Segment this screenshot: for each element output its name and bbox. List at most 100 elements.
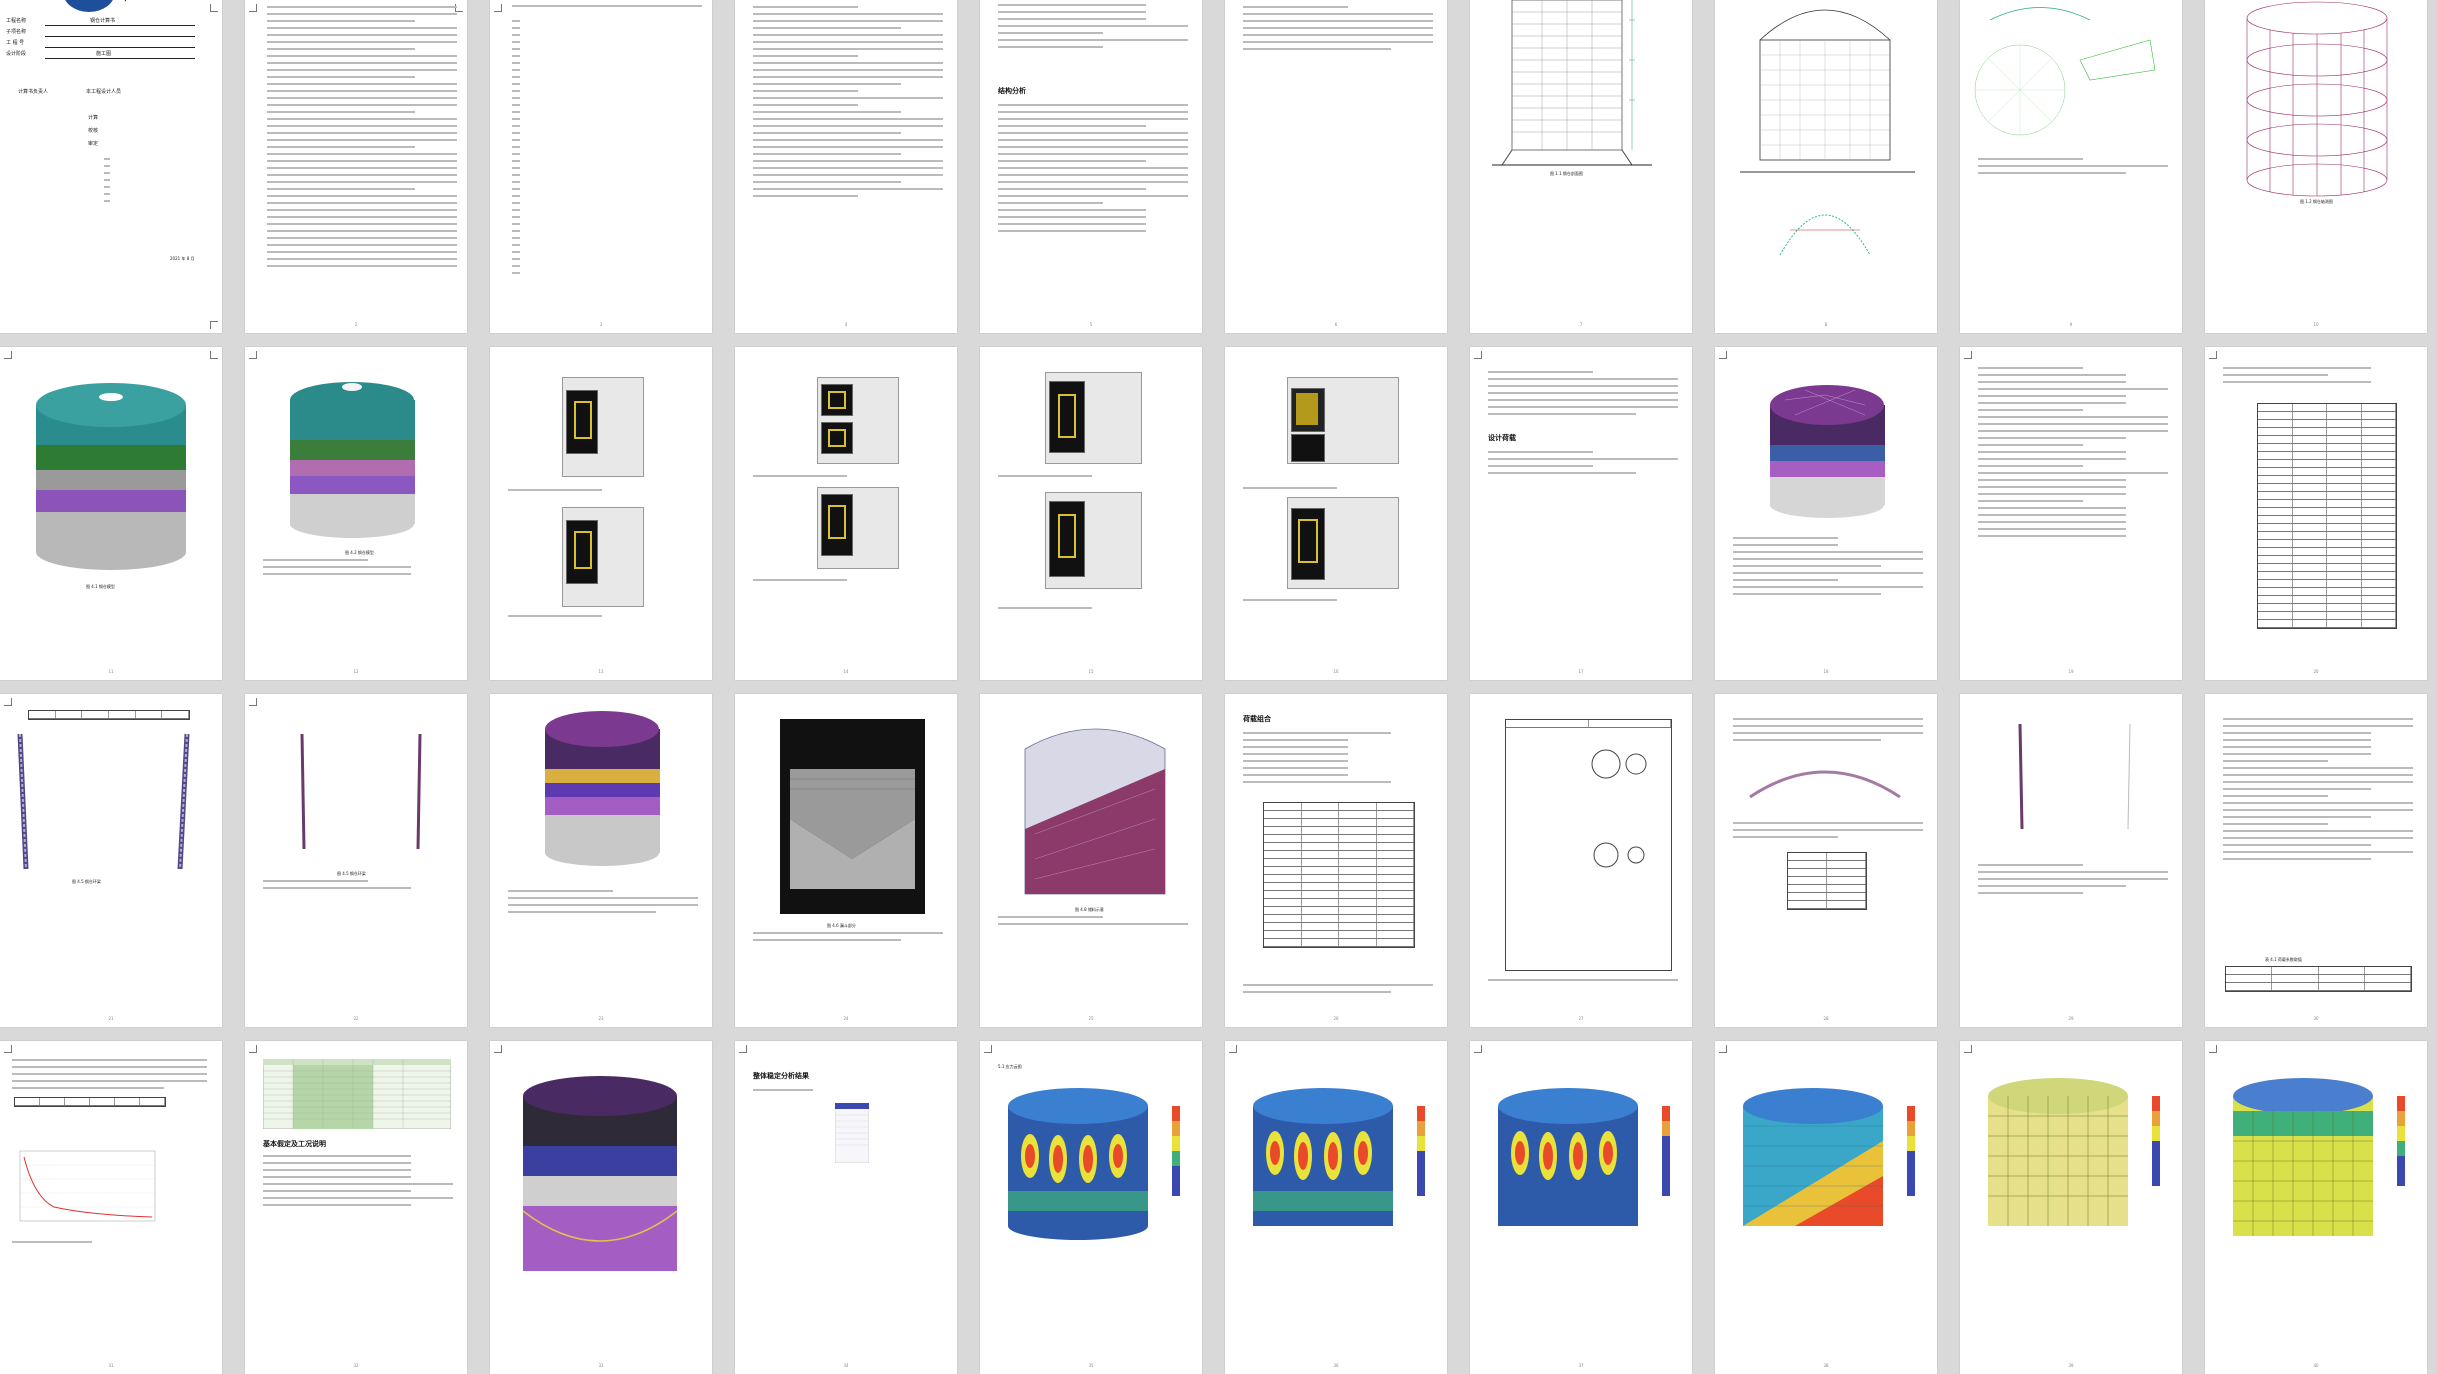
page-model-render-b[interactable]: 图 4.2 钢仓模型 12 (245, 347, 467, 680)
page-stress-contour-3[interactable]: 37 (1470, 1041, 1692, 1374)
column-member-drawings (17, 733, 190, 870)
page-codes[interactable]: 结构分析 5 (980, 0, 1202, 333)
page-design-basis[interactable]: 4 (735, 0, 957, 333)
page-number: 27 (1578, 1016, 1584, 1021)
page-stability-render[interactable]: 33 (490, 1041, 712, 1374)
page-bracing-members[interactable]: 图 4.5 钢仓环梁 22 (245, 694, 467, 1027)
page-toc-2[interactable]: 3 (490, 0, 712, 333)
page-material-load-render[interactable]: 18 (1715, 347, 1937, 680)
page-silo-drawing[interactable]: 8 (1715, 0, 1937, 333)
paragraph-lines (2223, 367, 2413, 388)
crop-mark (1964, 351, 1972, 359)
crop-mark (1474, 1045, 1482, 1053)
pressure-table (1263, 802, 1415, 948)
page-stress-contour-1[interactable]: 5.1 应力云图 35 (980, 1041, 1202, 1374)
page-ring-section[interactable]: 28 (1715, 694, 1937, 1027)
cover-field-value: 钢仓计算书 (90, 18, 116, 24)
page-stored-material[interactable]: 图 4.8 储料示意 25 (980, 694, 1202, 1027)
page-results-intro[interactable]: 整体稳定分析结果 34 (735, 1041, 957, 1374)
page-wind-formulas[interactable]: 19 (1960, 347, 2182, 680)
crop-mark (4, 698, 12, 706)
silo-render-loaded (1770, 385, 1885, 518)
paragraph-lines (998, 916, 1188, 930)
ring-table (1787, 852, 1867, 910)
company-logo: 书 (65, 0, 133, 12)
role-label: 校核 (88, 128, 99, 134)
hopper-section-render (780, 719, 925, 914)
toc-lines (267, 6, 457, 272)
caption-line (508, 489, 628, 496)
page-hopper-section[interactable]: 图 4.6 漏斗部分 24 (735, 694, 957, 1027)
section-dialog-screenshot (1045, 492, 1142, 589)
page-wireframe-3d[interactable]: 图 1.2 钢仓轴测图 10 (2205, 0, 2427, 333)
page-section-properties-1[interactable]: 13 (490, 347, 712, 680)
page-number: 7 (1579, 322, 1583, 327)
paragraph-lines (12, 1059, 207, 1094)
page-stress-contour-6[interactable]: 40 (2205, 1041, 2427, 1374)
page-toc-1[interactable]: 2 (245, 0, 467, 333)
page-coefficient-table[interactable]: 20 (2205, 347, 2427, 680)
stored-material-render (1024, 728, 1166, 895)
section-heading: 基本假定及工况说明 (263, 1140, 326, 1148)
page-model-render-a[interactable]: 图 4.1 钢仓模型 11 (0, 347, 222, 680)
page-load-definitions[interactable]: 设计荷载 17 (1470, 347, 1692, 680)
page-stress-contour-4[interactable]: 38 (1715, 1041, 1937, 1374)
paragraph-lines (1978, 158, 2168, 179)
page-number: 33 (598, 1363, 604, 1368)
figure-caption: 图 4.8 储料示意 (1075, 907, 1104, 912)
paragraph-lines (753, 6, 943, 202)
crop-mark (210, 4, 218, 12)
section-heading: 整体稳定分析结果 (753, 1072, 809, 1080)
page-number: 38 (1823, 1363, 1829, 1368)
paragraph-lines (2223, 718, 2413, 865)
page-number: 31 (108, 1363, 114, 1368)
page-number: 26 (1333, 1016, 1339, 1021)
paragraph-lines (1243, 732, 1433, 788)
page-stress-contour-2[interactable]: 36 (1225, 1041, 1447, 1374)
roof-plan-drawing (1974, 7, 2156, 136)
page-stiffener[interactable]: 29 (1960, 694, 2182, 1027)
paragraph-lines (1733, 537, 1923, 600)
sign-title: 计算书负责人 (18, 89, 49, 95)
page-number: 8 (1824, 322, 1828, 327)
paragraph-lines (998, 104, 1188, 237)
page-load-curve[interactable]: 31 (0, 1041, 222, 1374)
section-dialog-screenshot (562, 507, 644, 607)
page-section-properties-4[interactable]: 16 (1225, 347, 1447, 680)
page-roof-drawing[interactable]: 9 (1960, 0, 2182, 333)
crop-mark (1474, 351, 1482, 359)
underline (45, 58, 195, 59)
formula-lines (1978, 367, 2168, 542)
page-load-factors[interactable]: 表 4.1 荷载系数取值 30 (2205, 694, 2427, 1027)
page-standard-excerpt[interactable]: 27 (1470, 694, 1692, 1027)
section-dialog-screenshot (1287, 377, 1399, 464)
page-loads-text[interactable]: 6 (1225, 0, 1447, 333)
section-preview (1291, 388, 1325, 432)
section-heading: 结构分析 (998, 87, 1026, 95)
formula-diagram (1593, 842, 1645, 868)
page-stress-contour-5[interactable]: 39 (1960, 1041, 2182, 1374)
silo-render-stability (522, 1076, 678, 1271)
page-section-properties-3[interactable]: 15 (980, 347, 1202, 680)
page-elevation-drawing[interactable]: 图 1.1 钢仓剖面图 7 (1470, 0, 1692, 333)
page-number: 18 (1823, 669, 1829, 674)
stress-contour-plot (1008, 1088, 1180, 1240)
page-number: 25 (1088, 1016, 1094, 1021)
page-number: 4 (844, 322, 848, 327)
figure-caption: 图 4.6 漏斗部分 (827, 923, 856, 928)
crop-mark (249, 4, 257, 12)
page-section-properties-2[interactable]: 14 (735, 347, 957, 680)
page-pressure-table[interactable]: 荷载组合 26 (1225, 694, 1447, 1027)
page-number: 32 (353, 1363, 359, 1368)
crop-mark (739, 1045, 747, 1053)
page-load-case-render[interactable]: 23 (490, 694, 712, 1027)
page-number: 11 (108, 669, 114, 674)
page-column-members[interactable]: 图 4.5 钢仓环梁 21 (0, 694, 222, 1027)
page-cover[interactable]: 书 工程名称 钢仓计算书 子项名称 工 程 号 设计阶段 施工图 计算书负责人 … (0, 0, 222, 333)
page-assumptions[interactable]: 基本假定及工况说明 32 (245, 1041, 467, 1374)
crop-mark (4, 351, 12, 359)
caption-line (1243, 599, 1363, 606)
section-preview (1049, 381, 1085, 453)
crop-mark (210, 351, 218, 359)
section-dialog-screenshot (817, 377, 899, 464)
